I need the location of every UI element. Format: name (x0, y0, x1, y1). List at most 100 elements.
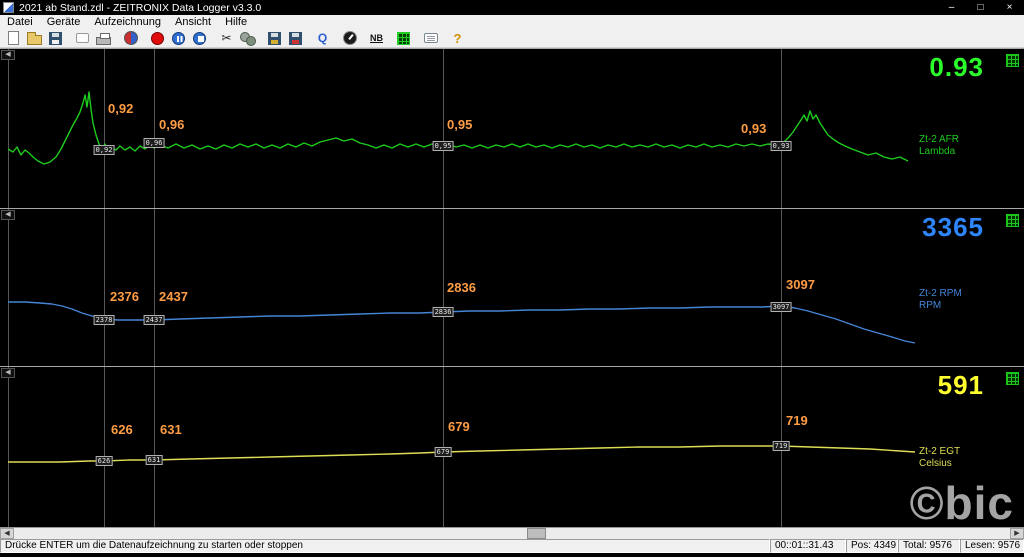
chart-panel-afr: ◀ 0.93 Zt-2 AFR Lambda 0,920,920,960,960… (0, 48, 1024, 208)
scrollbar-thumb[interactable] (527, 528, 546, 539)
annotation-tag: 0,95 (433, 141, 454, 151)
settings-button[interactable] (237, 30, 258, 47)
print-button[interactable] (93, 30, 114, 47)
minimize-button[interactable]: – (937, 0, 966, 15)
pause-icon (172, 32, 185, 45)
statusbar: Drücke ENTER um die Datenaufzeichnung zu… (0, 539, 1024, 553)
status-time: 00::01::31.43 (770, 539, 846, 553)
status-message: Drücke ENTER um die Datenaufzeichnung zu… (0, 539, 770, 553)
horizontal-scrollbar[interactable]: ◀ ▶ (0, 527, 1024, 539)
rpm-current-value: 3365 (922, 212, 984, 243)
annotation-label: 631 (160, 422, 182, 437)
egt-channel-label: Zt-2 EGT Celsius (919, 446, 960, 470)
channel-name: Zt-2 AFR (919, 134, 959, 146)
open-file-button[interactable] (24, 30, 45, 47)
watermark: ©bic (910, 476, 1014, 530)
comment-button[interactable] (72, 30, 93, 47)
new-file-button[interactable] (3, 30, 24, 47)
record-button[interactable] (147, 30, 168, 47)
status-position: Pos: 4349 (846, 539, 898, 553)
menu-geraete[interactable]: Geräte (40, 15, 88, 29)
chat-icon (424, 33, 438, 43)
menu-datei[interactable]: Datei (0, 15, 40, 29)
app-window: 2021 ab Stand.zdl - ZEITRONIX Data Logge… (0, 0, 1024, 557)
panel-scroll-left-button[interactable]: ◀ (1, 50, 15, 60)
annotation-tag: 679 (435, 447, 452, 457)
chart-grid-icon (397, 32, 410, 45)
panel-options-icon[interactable] (1006, 54, 1019, 67)
export-image-button[interactable] (285, 30, 306, 47)
menubar: Datei Geräte Aufzeichnung Ansicht Hilfe (0, 15, 1024, 29)
egt-trace (0, 367, 1024, 527)
printer-icon (96, 37, 111, 45)
save-file-button[interactable] (45, 30, 66, 47)
titlebar: 2021 ab Stand.zdl - ZEITRONIX Data Logge… (0, 0, 1024, 15)
window-controls: – □ × (937, 0, 1024, 15)
annotation-tag: 0,96 (144, 138, 165, 148)
panel-scroll-left-button[interactable]: ◀ (1, 210, 15, 220)
status-total: Total: 9576 (898, 539, 960, 553)
annotation-tag: 631 (146, 455, 163, 465)
notes-button[interactable] (420, 30, 441, 47)
annotation-label: 0,96 (159, 117, 184, 132)
pause-button[interactable] (168, 30, 189, 47)
export-floppy-icon (268, 32, 281, 45)
close-button[interactable]: × (995, 0, 1024, 15)
status-lesen: Lesen: 9576 (960, 539, 1024, 553)
menu-ansicht[interactable]: Ansicht (168, 15, 218, 29)
annotation-tag: 626 (96, 456, 113, 466)
annotation-label: 0,93 (741, 121, 766, 136)
annotation-tag: 2437 (144, 315, 165, 325)
speech-bubble-icon (76, 33, 89, 43)
panel-scroll-left-button[interactable]: ◀ (1, 368, 15, 378)
channel-unit: Celsius (919, 458, 960, 470)
chart-panel-rpm: ◀ 3365 Zt-2 RPM RPM 23762378243724372836… (0, 208, 1024, 366)
annotation-label: 2376 (110, 289, 139, 304)
gears-icon (240, 31, 256, 46)
annotation-label: 0,92 (108, 101, 133, 116)
stop-button[interactable] (189, 30, 210, 47)
annotation-label: 719 (786, 413, 808, 428)
dashboard-button[interactable] (339, 30, 360, 47)
channel-unit: Lambda (919, 146, 959, 158)
panel-options-icon[interactable] (1006, 372, 1019, 385)
channel-name: Zt-2 RPM (919, 288, 962, 300)
annotation-label: 0,95 (447, 117, 472, 132)
chart-panel-egt: ◀ 591 Zt-2 EGT Celsius 62662663163167967… (0, 366, 1024, 527)
annotation-tag: 3097 (771, 302, 792, 312)
chart-view-button[interactable] (393, 30, 414, 47)
panel-options-icon[interactable] (1006, 214, 1019, 227)
channel-name: Zt-2 EGT (919, 446, 960, 458)
gauge-icon (343, 31, 357, 45)
annotation-tag: 0,93 (771, 141, 792, 151)
annotation-tag: 2836 (433, 307, 454, 317)
export-data-button[interactable] (264, 30, 285, 47)
zoom-button[interactable]: Q (312, 30, 333, 47)
device-settings-icon (124, 31, 138, 45)
window-title: 2021 ab Stand.zdl - ZEITRONIX Data Logge… (19, 2, 261, 14)
rpm-trace (0, 209, 1024, 366)
menu-aufzeichnung[interactable]: Aufzeichnung (87, 15, 168, 29)
afr-channel-label: Zt-2 AFR Lambda (919, 134, 959, 158)
cut-button[interactable]: ✂ (216, 30, 237, 47)
menu-hilfe[interactable]: Hilfe (218, 15, 254, 29)
afr-trace (0, 49, 1024, 208)
annotation-tag: 2378 (94, 315, 115, 325)
help-button[interactable]: ? (447, 30, 468, 47)
maximize-button[interactable]: □ (966, 0, 995, 15)
magnifier-q-icon: Q (318, 31, 327, 45)
narrowband-button[interactable]: NB (366, 30, 387, 47)
chart-area: ◀ 0.93 Zt-2 AFR Lambda 0,920,920,960,960… (0, 48, 1024, 527)
annotation-tag: 719 (773, 441, 790, 451)
record-icon (151, 32, 164, 45)
window-bottom-edge (0, 553, 1024, 557)
device-settings-button[interactable] (120, 30, 141, 47)
annotation-label: 626 (111, 422, 133, 437)
rpm-channel-label: Zt-2 RPM RPM (919, 288, 962, 312)
question-icon: ? (454, 31, 462, 46)
stop-icon (193, 32, 206, 45)
export-image-floppy-icon (289, 32, 302, 45)
scissors-icon: ✂ (221, 31, 231, 45)
scroll-left-arrow[interactable]: ◀ (0, 528, 14, 539)
annotation-label: 2836 (447, 280, 476, 295)
